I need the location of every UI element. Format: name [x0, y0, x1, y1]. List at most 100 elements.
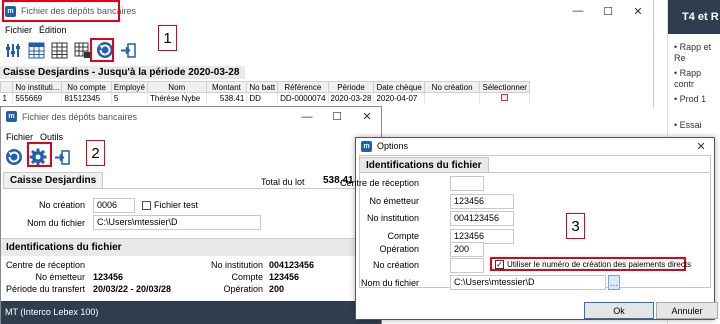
grid-header-cell[interactable]: Montant — [205, 81, 248, 93]
callout-1: 1 — [158, 25, 177, 51]
menu-fichier[interactable]: Fichier — [5, 25, 32, 35]
grid-cell — [424, 92, 481, 104]
grid-cell: 5 — [111, 92, 148, 104]
fichier-test-checkbox[interactable] — [142, 201, 151, 210]
help-item[interactable]: • Rapp contr — [674, 68, 720, 90]
ok-button[interactable]: Ok — [584, 302, 654, 319]
grid-cell: 555669 — [12, 92, 63, 104]
nom-fichier-label: Nom du fichier — [26, 218, 85, 228]
help-item[interactable]: • Essai — [674, 120, 720, 131]
centre-reception-input[interactable] — [450, 176, 484, 191]
maximize-button[interactable]: ☐ — [594, 0, 622, 22]
tab-underline — [3, 188, 380, 189]
compte-label: Compte — [231, 272, 263, 282]
help-item[interactable]: • Rapp et Re — [674, 42, 720, 64]
select-checkbox-icon[interactable] — [501, 93, 509, 101]
back-menubar: Fichier Édition — [0, 23, 653, 37]
table-icon[interactable] — [49, 40, 69, 60]
options-tab-underline — [359, 172, 711, 173]
deposits-grid: No instituti... No compte Employé Nom Montan… — [0, 81, 530, 104]
grid-cell: Thérèse Nybe — [147, 92, 207, 104]
exit-door-icon[interactable] — [118, 40, 138, 60]
mid-close-button[interactable]: ✕ — [353, 107, 381, 126]
operation-label: Opération — [223, 284, 263, 294]
back-heading: Caisse Desjardins - Jusqu'à la période 2… — [0, 66, 245, 79]
grid-header-cell[interactable]: No compte — [61, 81, 112, 93]
browse-button[interactable]: ... — [608, 275, 620, 290]
creation-number-option[interactable]: ✓ Utiliser le numéro de création des pai… — [490, 257, 691, 271]
no-creation-input[interactable] — [450, 258, 484, 273]
grid-cell: DD — [246, 92, 279, 104]
help-panel-title: T4 et R — [668, 0, 720, 34]
grid-header-cell[interactable]: Employé — [110, 81, 148, 93]
nom-fichier-input[interactable]: C:\Users\mtessier\D — [450, 275, 606, 290]
options-titlebar: m Options — [356, 138, 714, 154]
ident-heading-bar: Identifications du fichier — [1, 238, 381, 256]
calendar-grid-icon[interactable] — [26, 40, 46, 60]
close-button[interactable]: ✕ — [624, 0, 652, 22]
grid-header-row: No instituti... No compte Employé Nom Montan… — [0, 81, 530, 93]
no-institution-input[interactable]: 004123456 — [450, 211, 514, 226]
grid-header-cell[interactable]: Sélectionner — [479, 81, 530, 93]
grid-header-cell[interactable]: Date chèque — [373, 81, 425, 93]
mid-minimize-button[interactable]: — — [293, 107, 321, 126]
grid-header-cell[interactable] — [0, 81, 14, 93]
table-row[interactable]: 1 555669 81512345 5 Thérèse Nybe 538.41 DD DD-0… — [0, 92, 530, 104]
grid-cell: DD-0000074 — [277, 92, 329, 104]
gear-highlight — [27, 142, 52, 167]
mid-maximize-button[interactable]: ☐ — [323, 107, 351, 126]
grid-cell: 2020-03-28 — [328, 92, 375, 104]
tab-caisse-desjardins[interactable]: Caisse Desjardins — [3, 172, 104, 188]
no-institution-value: 004123456 — [269, 260, 315, 270]
no-creation-input[interactable]: 0006 — [93, 198, 135, 213]
grid-header-cell[interactable]: No création — [423, 81, 481, 93]
menu-outils[interactable]: Outils — [40, 132, 63, 142]
operation-value: 200 — [269, 284, 285, 294]
options-close-button[interactable]: ✕ — [687, 138, 715, 154]
operation-label: Opération — [379, 244, 419, 254]
exit-door-icon[interactable] — [52, 147, 72, 167]
mid-window: m Fichier des dépôts bancaires — ☐ ✕ Fic… — [0, 106, 382, 324]
tab-identifications[interactable]: Identifications du fichier — [359, 157, 489, 173]
menu-edition[interactable]: Édition — [39, 25, 67, 35]
nom-fichier-input[interactable]: C:\Users\mtessier\D — [93, 215, 261, 230]
centre-reception-label: Centre de réception — [339, 178, 419, 188]
callout-2: 2 — [86, 140, 105, 166]
menu-fichier[interactable]: Fichier — [6, 132, 33, 142]
grid-cell — [479, 92, 530, 104]
no-emetteur-input[interactable]: 123456 — [450, 194, 514, 209]
minimize-button[interactable]: — — [564, 0, 592, 22]
mid-toolbar — [1, 144, 381, 170]
no-emetteur-label: No émetteur — [35, 272, 85, 282]
creation-checkbox-label: Utiliser le numéro de création des paiem… — [507, 259, 692, 269]
table-lock-icon[interactable] — [72, 40, 92, 60]
no-emetteur-label: No émetteur — [369, 196, 419, 206]
grid-header-cell[interactable]: No instituti... — [12, 81, 63, 93]
mid-window-title: Fichier des dépôts bancaires — [22, 111, 138, 122]
creation-checkbox[interactable]: ✓ — [495, 259, 504, 269]
nom-fichier-label: Nom du fichier — [360, 278, 419, 288]
total-label: Total du lot — [261, 177, 305, 187]
cancel-button[interactable]: Annuler — [656, 302, 718, 319]
centre-label: Centre de réception — [5, 260, 85, 270]
app-icon: m — [361, 140, 372, 152]
periode-label: Période du transfert — [5, 284, 85, 294]
app-icon: m — [6, 111, 17, 122]
refresh-icon[interactable] — [4, 147, 24, 167]
no-creation-label: No création — [372, 260, 419, 270]
callout-3: 3 — [566, 213, 585, 239]
options-title: Options — [377, 141, 409, 151]
grid-header-cell[interactable]: Nom — [146, 81, 207, 93]
grid-header-cell[interactable]: No batt — [246, 81, 279, 93]
grid-cell: 2020-04-07 — [373, 92, 425, 104]
operation-input[interactable]: 200 — [450, 242, 484, 257]
no-emetteur-value: 123456 — [93, 272, 124, 282]
fichier-test-label: Fichier test — [154, 200, 199, 210]
status-bar: MT (Interco Lebex 100) — [1, 301, 381, 324]
grid-header-cell[interactable]: Période — [327, 81, 375, 93]
sliders-icon[interactable] — [3, 40, 23, 60]
no-creation-label: No création — [38, 200, 85, 210]
no-institution-label: No institution — [210, 260, 263, 270]
grid-header-cell[interactable]: Référence — [277, 81, 329, 93]
help-item[interactable]: • Prod 1 — [674, 94, 720, 105]
